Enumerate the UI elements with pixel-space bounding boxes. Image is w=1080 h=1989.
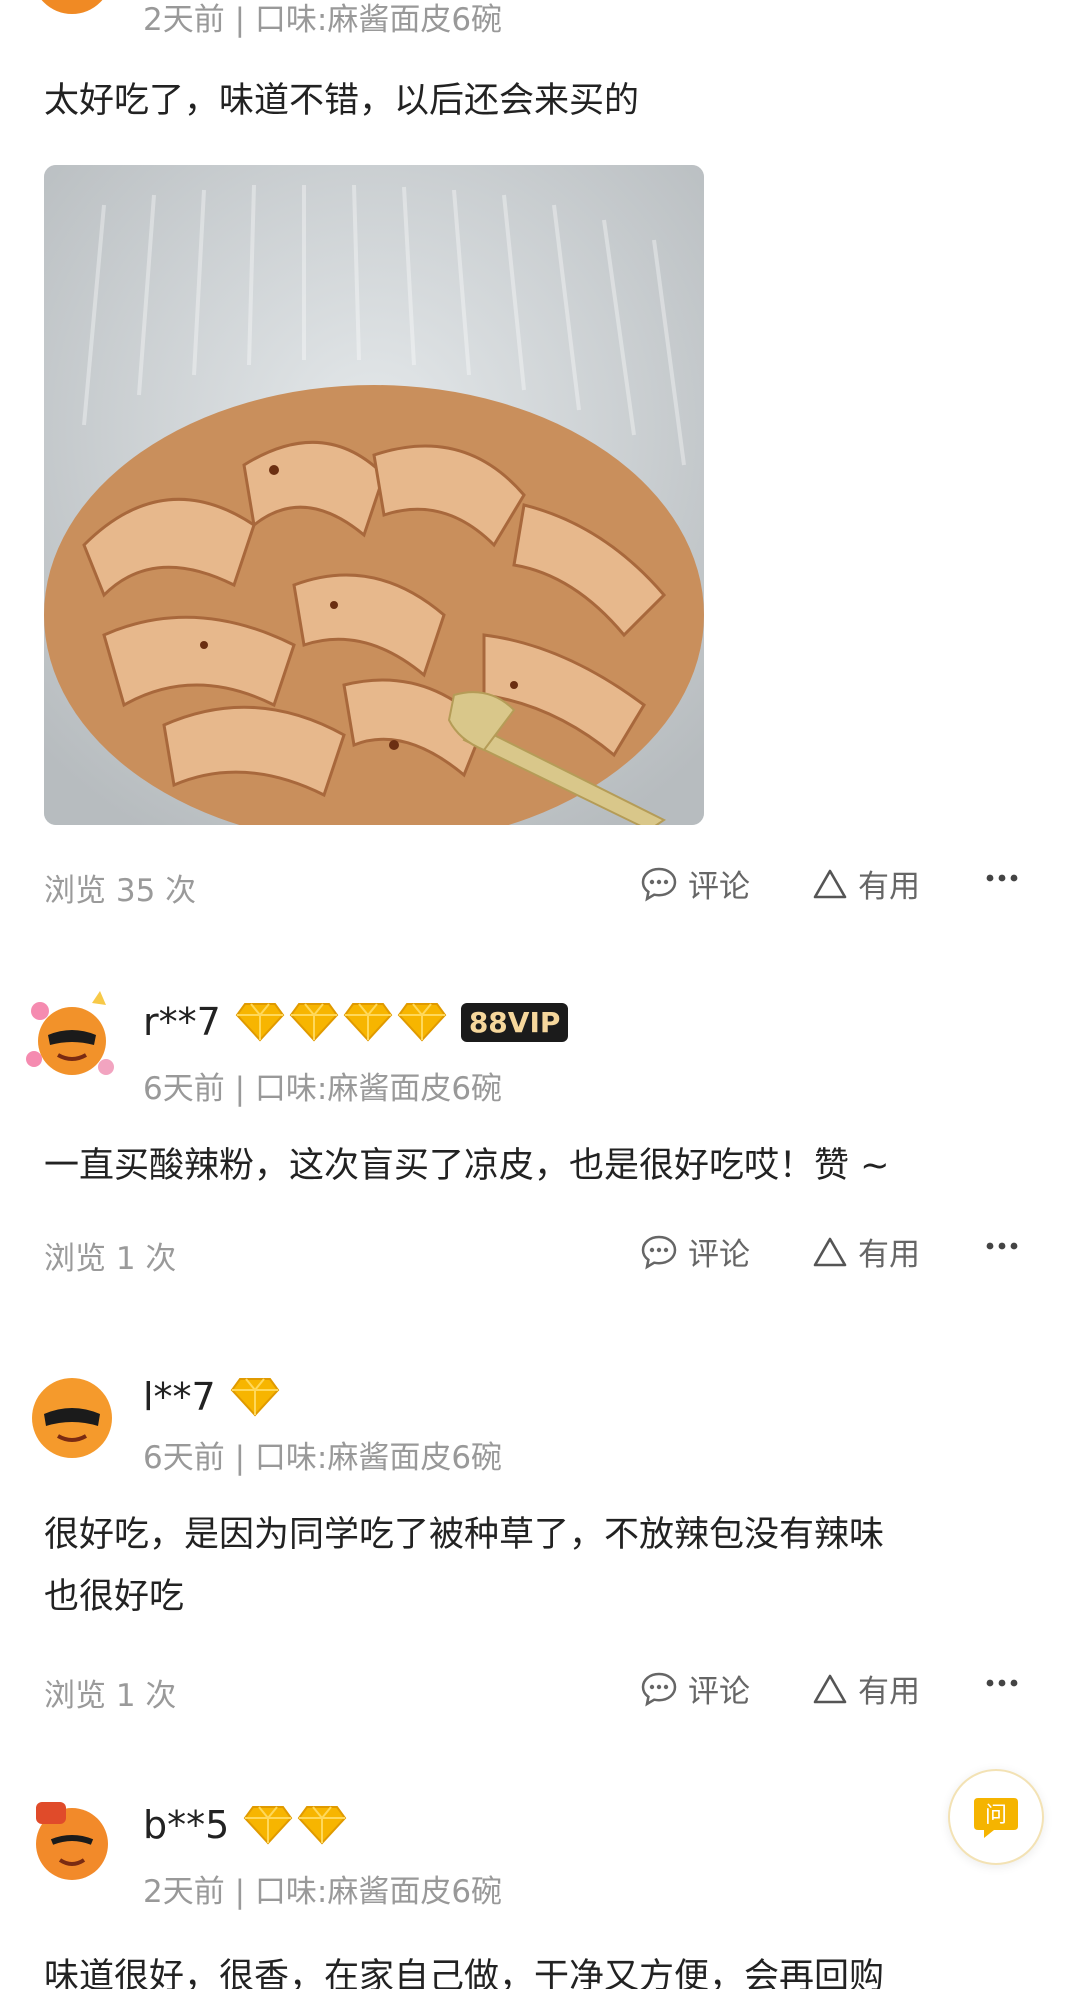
useful-button[interactable]: 有用 bbox=[812, 861, 920, 906]
views-count: 浏览 1 次 bbox=[44, 1241, 177, 1277]
username[interactable]: r**7 bbox=[143, 1000, 221, 1044]
avatar[interactable] bbox=[28, 1798, 116, 1886]
ask-button[interactable]: 问 bbox=[948, 1769, 1044, 1865]
comment-label: 评论 bbox=[688, 869, 750, 905]
useful-label: 有用 bbox=[858, 1237, 920, 1273]
review-text-line-2: 也很好吃 bbox=[44, 1577, 185, 1617]
vip-badge: 88VIP bbox=[460, 1002, 569, 1042]
useful-triangle-icon bbox=[813, 1237, 847, 1266]
more-icon[interactable] bbox=[984, 1231, 1020, 1261]
review-footer: 浏览 1 次 评论 有用 bbox=[0, 1223, 1080, 1283]
ask-icon: 问 bbox=[974, 1798, 1018, 1838]
comment-label: 评论 bbox=[688, 1674, 750, 1710]
diamond-icon bbox=[235, 1003, 285, 1042]
comment-icon bbox=[641, 1672, 677, 1707]
review-photo[interactable] bbox=[44, 165, 704, 825]
useful-label: 有用 bbox=[858, 1674, 920, 1710]
level-diamonds bbox=[235, 1000, 447, 1044]
views-count: 浏览 35 次 bbox=[44, 873, 197, 909]
review-meta: 2天前 | 口味:麻酱面皮6碗 bbox=[143, 1874, 503, 1910]
level-diamonds bbox=[230, 1375, 280, 1419]
review-meta: 6天前 | 口味:麻酱面皮6碗 bbox=[143, 1440, 503, 1476]
user-row: l**7 bbox=[143, 1370, 280, 1424]
username[interactable]: l**7 bbox=[143, 1375, 216, 1419]
useful-button[interactable]: 有用 bbox=[812, 1666, 920, 1711]
diamond-icon bbox=[397, 1003, 447, 1042]
user-row: r**7 88VIP bbox=[143, 995, 569, 1049]
review-text: 太好吃了，味道不错，以后还会来买的 bbox=[44, 81, 640, 121]
level-diamonds bbox=[243, 1803, 347, 1847]
more-icon[interactable] bbox=[984, 1668, 1020, 1698]
comment-button[interactable]: 评论 bbox=[640, 861, 750, 906]
diamond-icon bbox=[230, 1378, 280, 1417]
avatar[interactable] bbox=[28, 0, 116, 18]
useful-triangle-icon bbox=[813, 1674, 847, 1703]
more-icon[interactable] bbox=[984, 863, 1020, 893]
ask-label: 问 bbox=[985, 1803, 1007, 1828]
comment-button[interactable]: 评论 bbox=[640, 1229, 750, 1274]
review-footer: 浏览 35 次 评论 有用 bbox=[0, 855, 1080, 915]
useful-button[interactable]: 有用 bbox=[812, 1229, 920, 1274]
review-footer: 浏览 1 次 评论 有用 bbox=[0, 1660, 1080, 1720]
comment-label: 评论 bbox=[688, 1237, 750, 1273]
diamond-icon bbox=[244, 1806, 293, 1845]
diamond-icon bbox=[343, 1003, 393, 1042]
avatar[interactable] bbox=[28, 1374, 116, 1462]
comment-button[interactable]: 评论 bbox=[640, 1666, 750, 1711]
username[interactable]: b**5 bbox=[143, 1803, 229, 1847]
user-row: b**5 bbox=[143, 1798, 347, 1852]
useful-label: 有用 bbox=[858, 869, 920, 905]
avatar[interactable] bbox=[26, 991, 116, 1083]
review-text: 味道很好，很香，在家自己做，干净又方便，会再回购 bbox=[44, 1957, 885, 1989]
views-count: 浏览 1 次 bbox=[44, 1678, 177, 1714]
comment-icon bbox=[641, 867, 677, 902]
comment-icon bbox=[641, 1235, 677, 1270]
review-meta: 6天前 | 口味:麻酱面皮6碗 bbox=[143, 1071, 503, 1107]
diamond-icon bbox=[298, 1806, 347, 1845]
diamond-icon bbox=[289, 1003, 339, 1042]
review-text: 一直买酸辣粉，这次盲买了凉皮，也是很好吃哎！赞 ~ bbox=[44, 1146, 890, 1186]
useful-triangle-icon bbox=[813, 869, 847, 898]
review-text-line-1: 很好吃，是因为同学吃了被种草了，不放辣包没有辣味 bbox=[44, 1515, 885, 1555]
review-meta: 2天前 | 口味:麻酱面皮6碗 bbox=[143, 2, 503, 38]
